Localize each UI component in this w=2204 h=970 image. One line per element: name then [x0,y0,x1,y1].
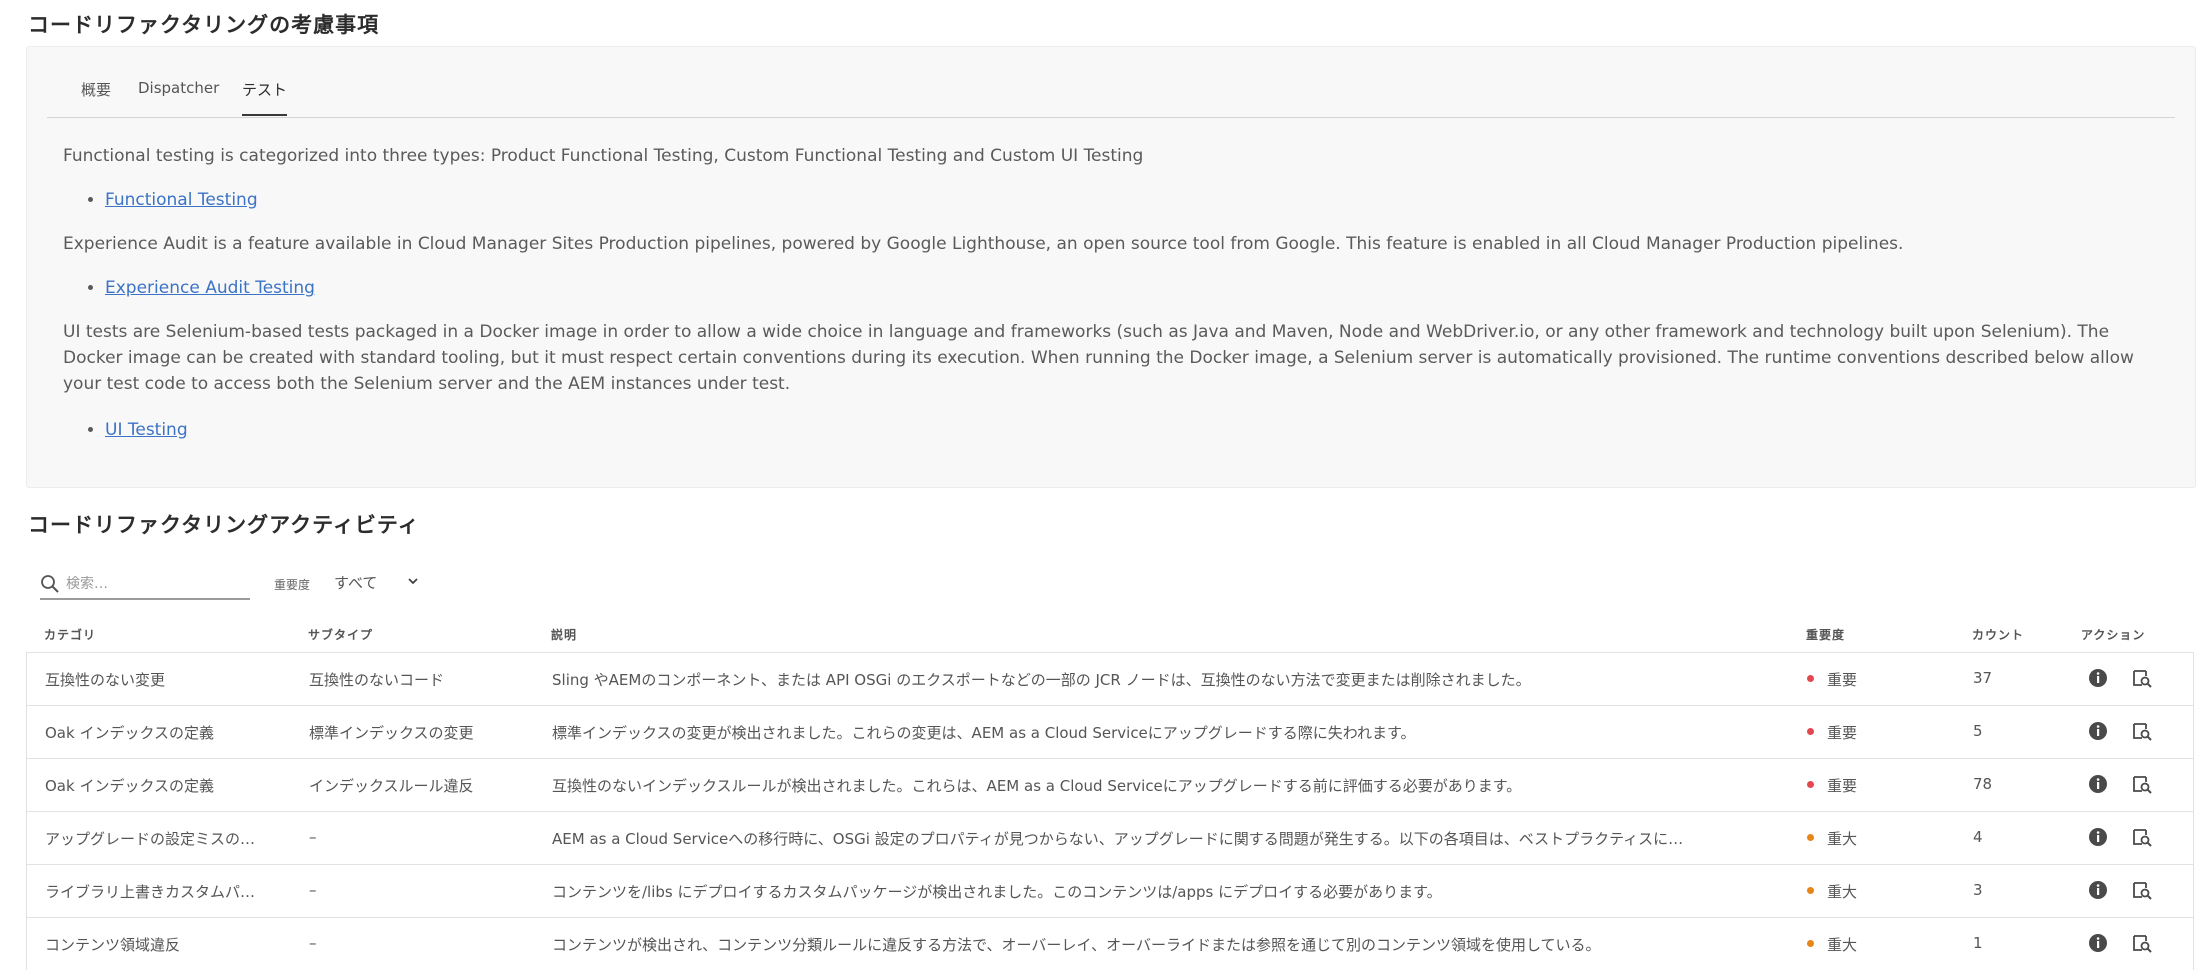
cell-severity: 重大 [1827,883,1858,901]
cell-subtype: 互換性のないコード [309,671,445,689]
column-severity[interactable]: 重要度 [1806,626,1845,643]
filter-toolbar: 重要度 すべて [40,560,840,604]
preview-icon[interactable] [2131,773,2153,795]
severity-dot [1807,887,1814,894]
cell-severity: 重大 [1827,830,1858,848]
chevron-down-icon[interactable] [406,574,420,588]
info-icon[interactable] [2087,826,2109,848]
cell-category: コンテンツ領域違反 [45,936,181,954]
search-icon [41,575,59,593]
severity-select[interactable]: すべて [334,572,377,593]
cell-count: 4 [1973,828,1983,846]
cell-category: 互換性のない変更 [45,671,166,689]
cell-category: ライブラリ上書きカスタムパ… [45,883,256,901]
cell-severity: 重大 [1827,936,1858,954]
cell-count: 3 [1973,881,1983,899]
table-row[interactable]: 互換性のない変更 互換性のないコード Sling やAEMのコンポーネント、または … [26,652,2194,705]
column-description[interactable]: 説明 [551,626,577,643]
paragraph-audit: Experience Audit is a feature available … [63,234,1904,254]
cell-category: Oak インデックスの定義 [45,724,215,742]
severity-dot [1807,728,1814,735]
link-list: Experience Audit Testing [63,275,315,301]
search-field[interactable] [40,570,250,600]
ui-testing-link[interactable]: UI Testing [105,420,188,440]
cell-severity: 重要 [1827,671,1858,689]
tab-bar: 概要 Dispatcher テスト [47,47,2175,118]
column-category[interactable]: カテゴリ [44,626,96,643]
table-row[interactable]: コンテンツ領域違反 – コンテンツが検出され、コンテンツ分類ルールに違反する方法で、… [26,917,2194,970]
cell-description: 互換性のないインデックスルールが検出されました。これらは、AEM as a Cl… [552,777,1522,795]
cell-count: 5 [1973,722,1983,740]
cell-count: 1 [1973,934,1983,952]
cell-description: AEM as a Cloud Serviceへの移行時に、OSGi 設定のプロパ… [552,830,1684,848]
search-input[interactable] [64,570,248,598]
severity-dot [1807,781,1814,788]
table-row[interactable]: ライブラリ上書きカスタムパ… – コンテンツを/libs にデプロイするカスタムパッ… [26,864,2194,917]
cell-description: コンテンツが検出され、コンテンツ分類ルールに違反する方法で、オーバーレイ、オーバ… [552,936,1601,954]
functional-testing-link[interactable]: Functional Testing [105,190,258,210]
info-icon[interactable] [2087,879,2109,901]
preview-icon[interactable] [2131,667,2153,689]
list-item: UI Testing [105,417,188,443]
info-icon[interactable] [2087,932,2109,954]
severity-dot [1807,834,1814,841]
preview-icon[interactable] [2131,932,2153,954]
link-list: UI Testing [63,417,188,443]
tab-dispatcher[interactable]: Dispatcher [138,79,219,111]
cell-count: 78 [1973,775,1993,793]
paragraph-functional: Functional testing is categorized into t… [63,146,1144,166]
severity-dot [1807,675,1814,682]
column-subtype[interactable]: サブタイプ [308,626,373,643]
preview-icon[interactable] [2131,720,2153,742]
list-item: Experience Audit Testing [105,275,315,301]
tab-test[interactable]: テスト [242,79,288,116]
cell-category: Oak インデックスの定義 [45,777,215,795]
paragraph-ui-tests: UI tests are Selenium-based tests packag… [63,322,2134,394]
info-icon[interactable] [2087,667,2109,689]
cell-subtype: – [309,881,317,899]
table-row[interactable]: アップグレードの設定ミスの… – AEM as a Cloud Serviceへの移… [26,811,2194,864]
experience-audit-link[interactable]: Experience Audit Testing [105,278,315,298]
cell-subtype: – [309,934,317,952]
cell-subtype: 標準インデックスの変更 [309,724,474,742]
cell-description: 標準インデックスの変更が検出されました。これらの変更は、AEM as a Clo… [552,724,1416,742]
list-item: Functional Testing [105,187,258,213]
tab-overview[interactable]: 概要 [81,79,111,114]
column-count[interactable]: カウント [1972,626,2024,643]
cell-severity: 重要 [1827,724,1858,742]
considerations-panel: 概要 Dispatcher テスト Functional testing is … [26,46,2196,488]
table-row[interactable]: Oak インデックスの定義 標準インデックスの変更 標準インデックスの変更が検出され… [26,705,2194,758]
cell-subtype: – [309,828,317,846]
table-row[interactable]: Oak インデックスの定義 インデックスルール違反 互換性のないインデックスルールが… [26,758,2194,811]
cell-description: Sling やAEMのコンポーネント、または API OSGi のエクスポートな… [552,671,1531,689]
severity-label: 重要度 [274,578,311,592]
considerations-title: コードリファクタリングの考慮事項 [28,13,380,37]
preview-icon[interactable] [2131,879,2153,901]
table-header: カテゴリ サブタイプ 説明 重要度 カウント アクション [26,622,2194,650]
info-icon[interactable] [2087,720,2109,742]
link-list: Functional Testing [63,187,258,213]
activities-title: コードリファクタリングアクティビティ [28,513,420,537]
cell-subtype: インデックスルール違反 [309,777,474,795]
column-action: アクション [2081,628,2146,642]
cell-description: コンテンツを/libs にデプロイするカスタムパッケージが検出されました。このコ… [552,883,1442,901]
preview-icon[interactable] [2131,826,2153,848]
cell-severity: 重要 [1827,777,1858,795]
info-icon[interactable] [2087,773,2109,795]
cell-count: 37 [1973,669,1993,687]
severity-dot [1807,940,1814,947]
cell-category: アップグレードの設定ミスの… [45,830,256,848]
